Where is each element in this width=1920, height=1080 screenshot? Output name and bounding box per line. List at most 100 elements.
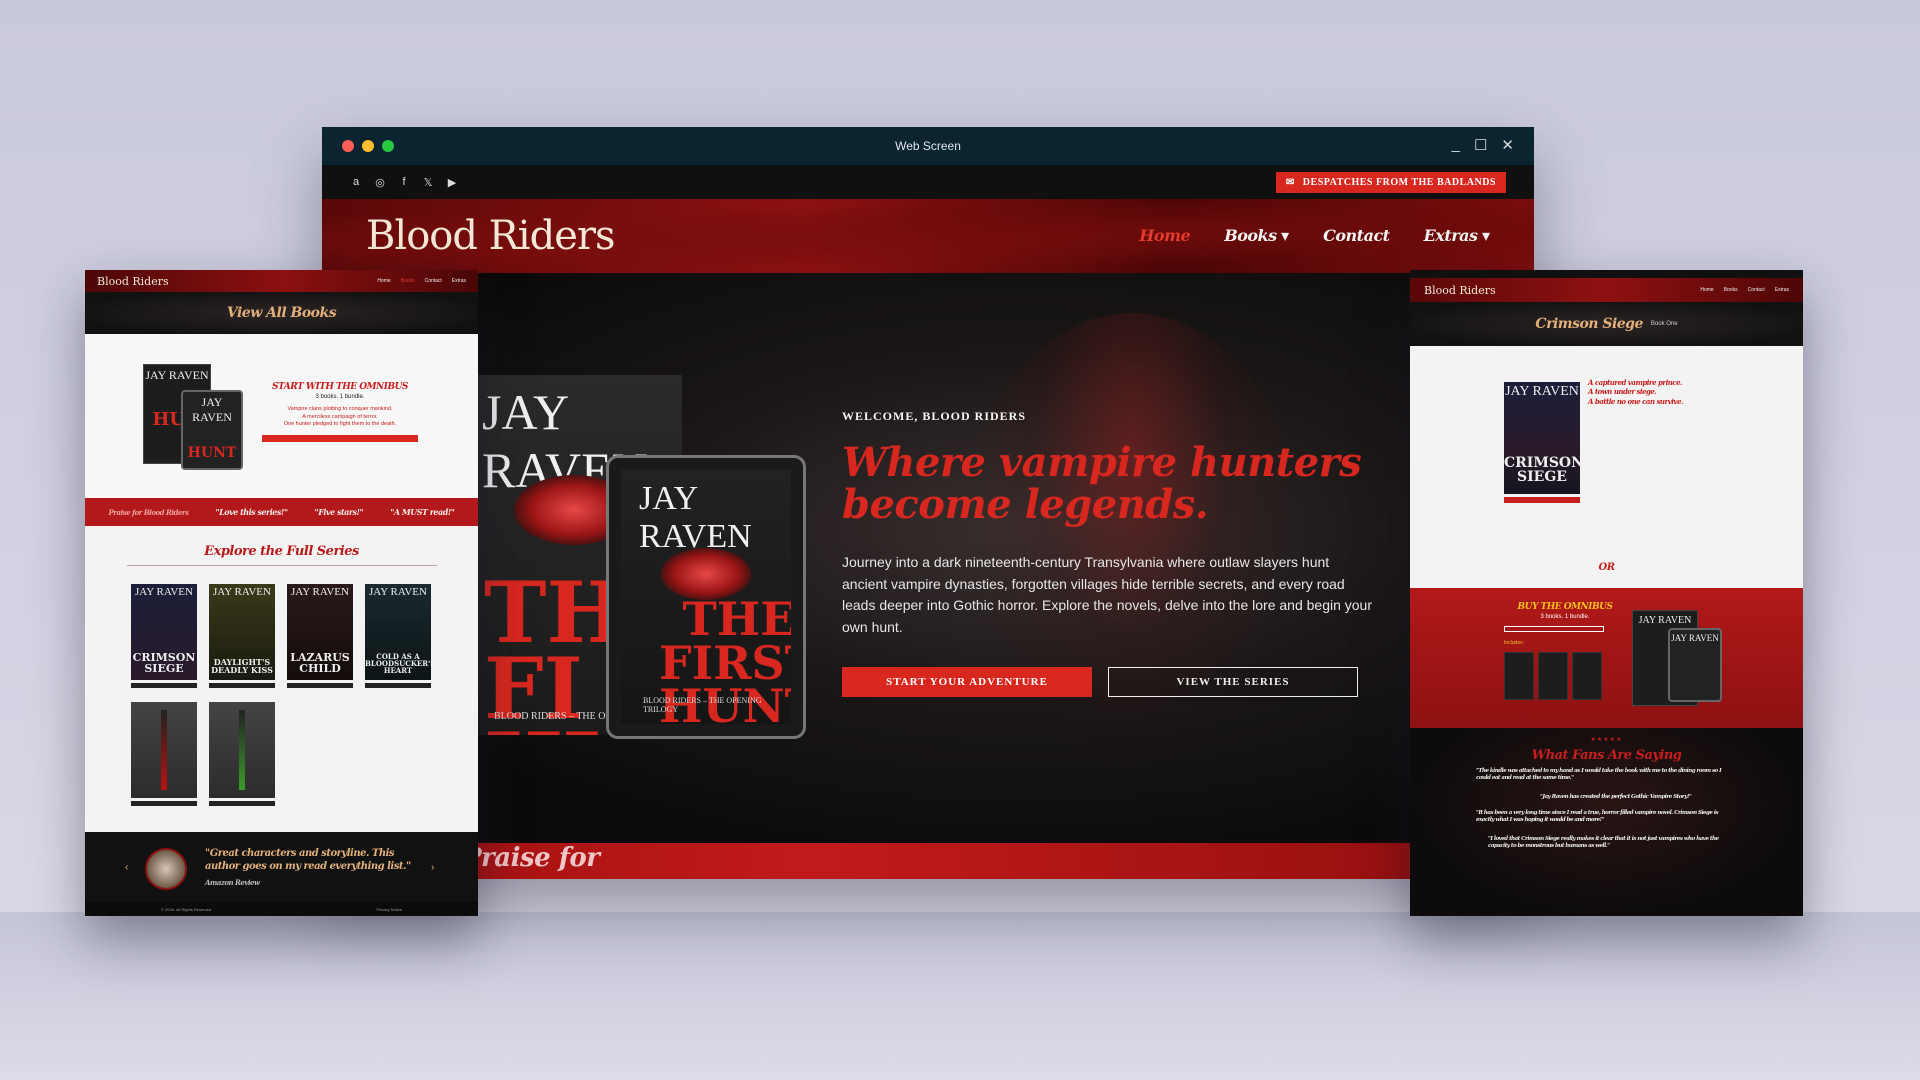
praise-heading: Praise for Blood Riders [108,507,189,517]
view-series-button[interactable]: VIEW THE SERIES [1108,666,1358,697]
close-dot[interactable] [342,140,354,152]
book-button[interactable] [287,683,353,688]
nav-books[interactable]: Books ▾ [1224,226,1289,246]
traffic-lights [342,140,394,152]
buy-omnibus-button[interactable] [1504,626,1604,632]
reviewer-avatar [145,848,187,890]
book-title-heading: Crimson Siege [1535,316,1643,332]
right-nav-links: Home Books Contact Extras [1700,287,1789,293]
right-nav-home[interactable]: Home [1700,287,1713,293]
fan-quote: "It has been a very long time since I re… [1476,810,1719,824]
omnibus-tablet: JAY RAVEN HUNT [181,390,243,470]
maximize-dot[interactable] [382,140,394,152]
window-controls: _ ☐ ✕ [1452,136,1514,154]
omnibus-subtitle: 3 books. 1 bundle. [1540,614,1590,620]
book-button[interactable] [209,683,275,688]
fans-title: What Fans Are Saying [1531,748,1682,763]
or-divider: OR [1598,562,1615,573]
book-footer: BLOOD RIDERS – THE OPE [494,711,618,722]
mini-cover [1572,652,1602,700]
series-section: Explore the Full Series JAY RAVEN CRIMSO… [85,526,478,836]
hero-body: Journey into a dark nineteenth-century T… [842,554,1372,636]
left-nav-extras[interactable]: Extras [452,278,466,284]
nav-extras[interactable]: Extras ▾ [1424,226,1490,246]
buy-book-button[interactable] [1504,497,1580,503]
minimize-icon[interactable]: _ [1452,136,1460,154]
series-grid: JAY RAVEN CRIMSON SIEGE JAY RAVEN DAYLIG… [131,584,431,806]
book-card[interactable]: JAY RAVEN COLD AS A BLOODSUCKER'S HEART [365,584,431,688]
nav-links: Home Books ▾ Contact Extras ▾ [1139,226,1490,246]
praise-bar: Praise for Blood Riders "Love this serie… [85,498,478,526]
facebook-icon[interactable]: f [398,176,410,189]
start-adventure-button[interactable]: START YOUR ADVENTURE [842,666,1092,697]
right-nav-contact[interactable]: Contact [1748,287,1765,293]
hero-headline: Where vampire hunters become legends. [842,439,1362,528]
omnibus-description: Vampire clans plotting to conquer mankin… [283,406,397,428]
book-button[interactable] [131,683,197,688]
crimson-siege-cover: JAY RAVEN CRIMSON SIEGE [1504,382,1584,494]
site-logo[interactable]: Blood Riders [366,213,616,259]
book-cover: JAY RAVEN CRIMSON SIEGE [131,584,197,680]
social-icons: a ◎ f 𝕏 ▶ [350,176,458,189]
omnibus-section: JAY RAVEN HUN JAY RAVEN HUNT START WITH … [85,334,478,498]
hero-tablet: JAY RAVEN THE FIRSTHUNT BLOOD RIDERS – T… [606,455,806,739]
right-nav-extras[interactable]: Extras [1775,287,1789,293]
book-cover: JAY RAVEN COLD AS A BLOODSUCKER'S HEART [365,584,431,680]
right-nav-books[interactable]: Books [1724,287,1738,293]
hero-section: JAY RAVEN THE FI HUNT BLOOD RIDERS – THE… [322,273,1534,843]
left-mini-nav: Blood Riders Home Books Contact Extras [85,270,478,292]
left-logo[interactable]: Blood Riders [97,275,169,288]
carousel-prev-icon[interactable]: ‹ [125,862,128,873]
omnibus-tablet: JAY RAVEN [1668,628,1722,702]
book-card[interactable] [131,702,197,806]
review-quote: "Great characters and storyline. This au… [205,848,411,872]
main-navbar: Blood Riders Home Books ▾ Contact Extras… [322,199,1534,273]
x-icon[interactable]: 𝕏 [422,176,434,189]
book-header: Crimson Siege Book One [1410,302,1803,346]
review-source: Amazon Review [205,878,260,887]
books-page-preview: Blood Riders Home Books Contact Extras V… [85,270,478,916]
right-logo[interactable]: Blood Riders [1424,284,1496,297]
omnibus-text: START WITH THE OMNIBUS 3 books. 1 bundle… [255,382,425,443]
left-nav-books[interactable]: Books [401,278,415,284]
right-topbar [1410,270,1803,278]
despatches-label: DESPATCHES FROM THE BADLANDS [1302,176,1496,188]
nav-home[interactable]: Home [1139,226,1190,246]
fan-quote: "Jay Raven has created the perfect Gothi… [1540,794,1692,800]
hero-copy: WELCOME, BLOOD RIDERS Where vampire hunt… [842,409,1372,697]
left-nav-contact[interactable]: Contact [425,278,442,284]
maximize-icon[interactable]: ☐ [1474,136,1487,154]
hero-eyebrow: WELCOME, BLOOD RIDERS [842,409,1027,423]
mail-icon: ✉ [1285,176,1295,188]
amazon-icon[interactable]: a [350,176,362,189]
book-button[interactable] [209,801,275,806]
close-icon[interactable]: ✕ [1501,136,1514,154]
left-footer: © 2026. All Rights Reserved Privacy Noti… [85,902,478,916]
book-card[interactable]: JAY RAVEN DAYLIGHT'S DEADLY KISS [209,584,275,688]
youtube-icon[interactable]: ▶ [446,176,458,189]
praise-quote: "Love this series!" [215,507,288,517]
floor-shadow [0,912,1920,1080]
divider [126,565,437,566]
book-card[interactable] [209,702,275,806]
book-button[interactable] [365,683,431,688]
praise-quote: "Five stars!" [314,507,364,517]
book-button[interactable] [131,801,197,806]
nav-contact[interactable]: Contact [1323,226,1390,246]
carousel-next-icon[interactable]: › [431,862,434,873]
book-card[interactable]: JAY RAVEN CRIMSON SIEGE [131,584,197,688]
chevron-down-icon: ▾ [1281,228,1290,245]
praise-strip: Praise for [322,843,1534,879]
left-nav-home[interactable]: Home [377,278,390,284]
minimize-dot[interactable] [362,140,374,152]
tablet-screen: JAY RAVEN THE FIRSTHUNT BLOOD RIDERS – T… [621,470,791,724]
omnibus-subtitle: 3 books. 1 bundle. [315,394,365,400]
omnibus-title: START WITH THE OMNIBUS [272,382,408,392]
book-card[interactable]: JAY RAVEN LAZARUS CHILD [287,584,353,688]
despatches-button[interactable]: ✉ DESPATCHES FROM THE BADLANDS [1275,171,1506,193]
book-detail: JAY RAVEN CRIMSON SIEGE A captured vampi… [1410,346,1803,590]
omnibus-buy-button[interactable] [262,435,418,443]
privacy-link[interactable]: Privacy Notice [376,907,402,912]
instagram-icon[interactable]: ◎ [374,176,386,189]
book-detail-page-preview: Blood Riders Home Books Contact Extras C… [1410,270,1803,916]
